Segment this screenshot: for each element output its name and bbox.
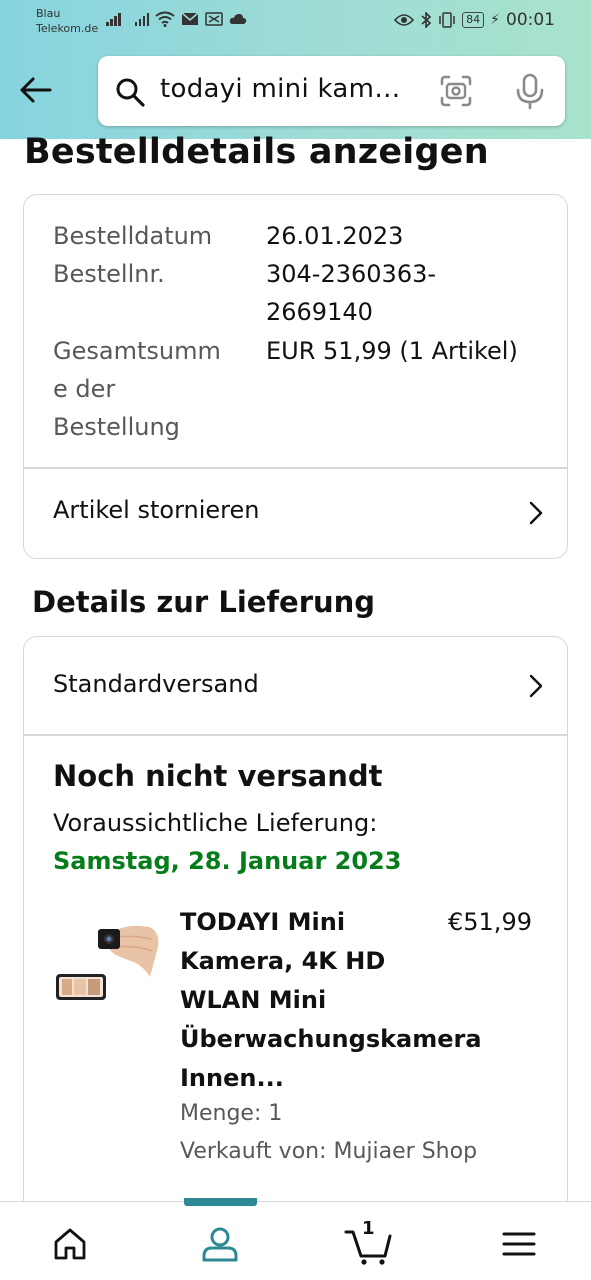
status-icons-left — [106, 11, 247, 27]
status-icons-right: 84 ⚡ 00:01 — [394, 10, 555, 30]
divider — [24, 734, 567, 736]
order-total-label-2: e der — [53, 375, 116, 403]
order-summary-card: Bestelldatum 26.01.2023 Bestellnr. 304-2… — [23, 194, 568, 559]
search-icon[interactable] — [114, 76, 146, 108]
notification-icon — [205, 12, 223, 26]
nav-cart[interactable]: 1 — [340, 1216, 396, 1272]
search-bar[interactable]: todayi mini kam… — [98, 56, 565, 126]
bluetooth-icon — [421, 12, 432, 28]
carrier-network: Telekom.de — [36, 22, 99, 35]
nav-menu[interactable] — [491, 1216, 547, 1272]
charging-icon: ⚡ — [490, 12, 500, 28]
product-seller[interactable]: Verkauft von: Mujiaer Shop — [180, 1139, 477, 1164]
delivery-card: Standardversand Noch nicht versandt Vora… — [23, 636, 568, 1236]
nav-home[interactable] — [42, 1216, 98, 1272]
shipment-status-heading: Noch nicht versandt — [53, 759, 383, 793]
order-total-label-1: Gesamtsumm — [53, 337, 221, 365]
product-price: €51,99 — [448, 908, 532, 936]
product-title-line: Innen... — [180, 1064, 284, 1092]
cancel-items-row[interactable]: Artikel stornieren — [24, 469, 567, 558]
order-total-value: EUR 51,99 (1 Artikel) — [266, 337, 518, 365]
delivery-section-title: Details zur Lieferung — [32, 585, 376, 619]
shipping-method-row[interactable]: Standardversand — [24, 637, 567, 734]
mail-icon — [181, 12, 199, 25]
app-header: Blau Telekom.de 84 ⚡ 00:01 todayi mini k… — [0, 0, 591, 139]
microphone-icon[interactable] — [512, 72, 548, 110]
order-date-value: 26.01.2023 — [266, 222, 404, 250]
order-number-value-2: 2669140 — [266, 298, 373, 326]
product-title-line: Kamera, 4K HD — [180, 947, 386, 975]
nav-account[interactable] — [192, 1216, 248, 1272]
product-image[interactable] — [54, 907, 160, 1017]
shipping-method-label: Standardversand — [53, 670, 259, 698]
expected-delivery-label: Voraussichtliche Lieferung: — [53, 809, 378, 837]
vibrate-icon — [439, 12, 455, 28]
clock: 00:01 — [506, 10, 555, 30]
signal-icon — [106, 12, 121, 26]
search-input[interactable]: todayi mini kam… — [160, 74, 401, 104]
cloud-icon — [229, 14, 247, 24]
active-tab-indicator — [184, 1198, 257, 1206]
camera-scan-icon[interactable] — [438, 73, 474, 109]
product-title-line: Überwachungskamera — [180, 1025, 482, 1053]
signal-icon — [134, 12, 149, 26]
menu-icon — [502, 1232, 536, 1256]
battery-indicator: 84 — [462, 12, 485, 28]
carrier-name: Blau — [36, 7, 61, 20]
expected-delivery-date: Samstag, 28. Januar 2023 — [53, 847, 402, 875]
carrier-info: Blau Telekom.de — [36, 6, 98, 36]
chevron-right-icon — [529, 674, 543, 698]
eye-icon — [394, 14, 415, 26]
order-total-label-3: Bestellung — [53, 413, 180, 441]
cancel-items-label: Artikel stornieren — [53, 496, 260, 524]
home-icon — [54, 1228, 86, 1260]
product-quantity: Menge: 1 — [180, 1101, 283, 1126]
cart-count-badge: 1 — [362, 1218, 375, 1239]
page-title: Bestelldetails anzeigen — [24, 132, 489, 172]
product-title-line: WLAN Mini — [180, 986, 327, 1014]
status-bar: Blau Telekom.de 84 ⚡ 00:01 — [0, 0, 591, 44]
order-number-value-1: 304-2360363- — [266, 260, 437, 288]
order-number-label: Bestellnr. — [53, 260, 165, 288]
bottom-navigation: 1 — [0, 1198, 591, 1280]
wifi-icon — [155, 11, 175, 27]
back-arrow-icon[interactable] — [18, 72, 54, 108]
chevron-right-icon — [529, 501, 543, 525]
account-icon — [202, 1227, 238, 1262]
order-date-label: Bestelldatum — [53, 222, 213, 250]
